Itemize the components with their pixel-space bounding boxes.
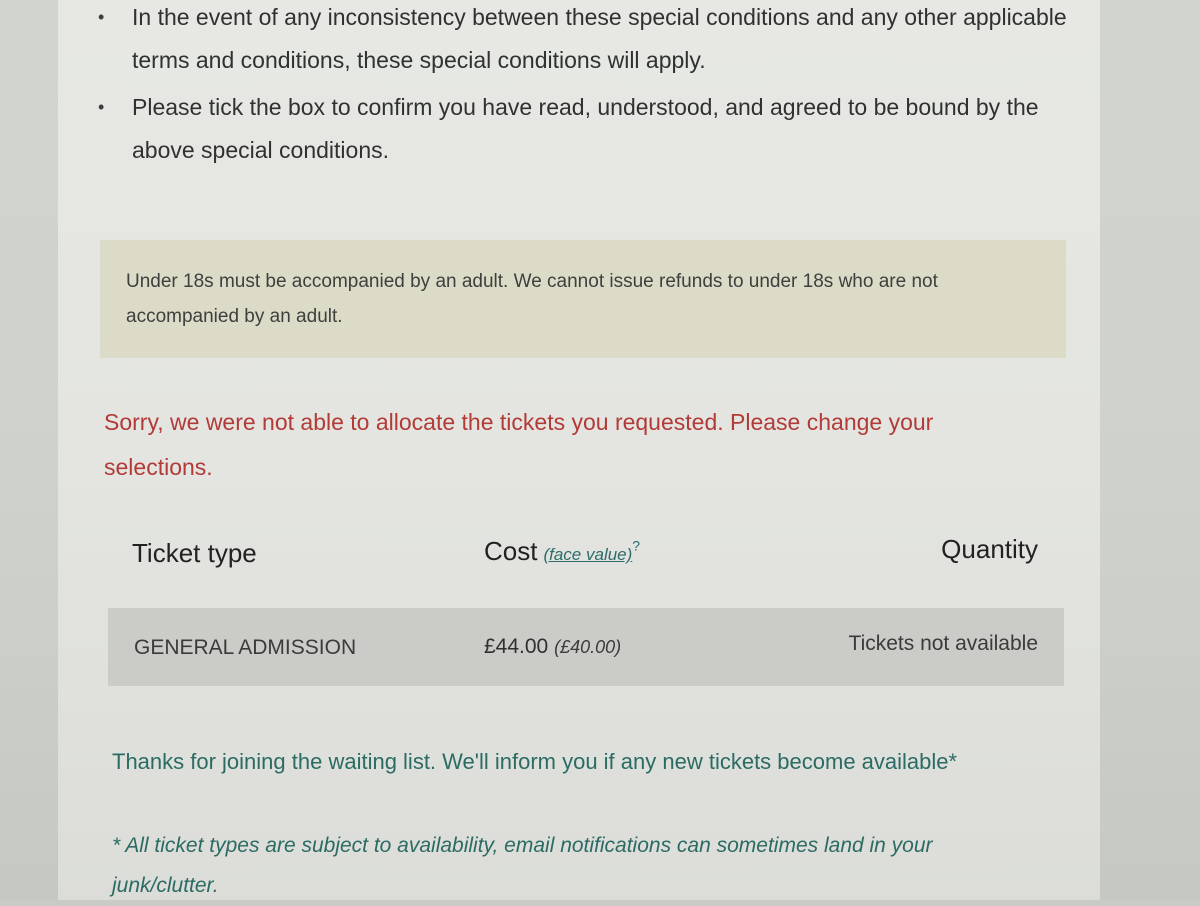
- screen: • In the event of any inconsistency betw…: [0, 0, 1200, 900]
- table-row: GENERAL ADMISSION £44.00 (£40.00) Ticket…: [108, 608, 1064, 686]
- condition-text: In the event of any inconsistency betwee…: [132, 4, 1067, 73]
- allocation-error-message: Sorry, we were not able to allocate the …: [104, 400, 1024, 490]
- face-value-link[interactable]: (face value): [543, 545, 632, 564]
- footnote-text: * All ticket types are subject to availa…: [112, 834, 933, 897]
- ticket-availability-status: Tickets not available: [848, 632, 1038, 655]
- ticket-price: £44.00: [484, 635, 549, 658]
- ticket-cost-cell: £44.00 (£40.00): [484, 635, 621, 659]
- header-cost-label: Cost: [484, 536, 538, 566]
- header-ticket-type: Ticket type: [132, 538, 257, 568]
- ticket-face-value: (£40.00): [554, 637, 622, 657]
- condition-text: Please tick the box to confirm you have …: [132, 94, 1039, 163]
- bullet-icon: •: [98, 7, 105, 27]
- header-cost: Cost (face value)?: [484, 536, 640, 567]
- ticket-table-header: Ticket type Cost (face value)? Quantity: [108, 528, 1066, 584]
- special-conditions-list: • In the event of any inconsistency betw…: [88, 0, 1068, 172]
- ticket-type-cell: GENERAL ADMISSION: [134, 636, 357, 659]
- error-text: Sorry, we were not able to allocate the …: [104, 409, 934, 480]
- waiting-list-text: Thanks for joining the waiting list. We'…: [112, 749, 958, 774]
- age-restriction-notice: Under 18s must be accompanied by an adul…: [100, 240, 1066, 358]
- condition-item: • Please tick the box to confirm you hav…: [88, 86, 1068, 172]
- availability-footnote: * All ticket types are subject to availa…: [112, 826, 1042, 906]
- help-icon[interactable]: ?: [632, 537, 640, 553]
- bullet-icon: •: [98, 97, 105, 117]
- header-quantity: Quantity: [941, 534, 1038, 564]
- condition-item: • In the event of any inconsistency betw…: [88, 0, 1068, 82]
- waiting-list-message: Thanks for joining the waiting list. We'…: [112, 742, 1042, 782]
- notice-text: Under 18s must be accompanied by an adul…: [126, 271, 938, 327]
